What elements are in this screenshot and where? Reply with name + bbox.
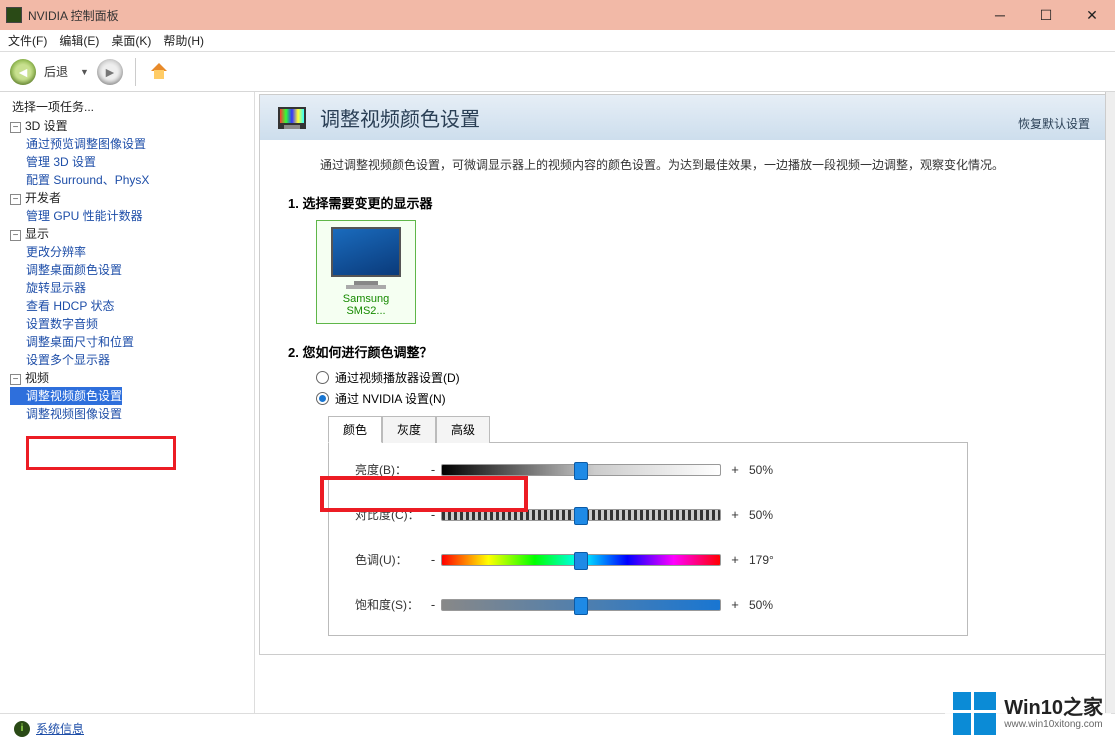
- contrast-value: 50%: [749, 508, 793, 522]
- radio-player[interactable]: [316, 371, 329, 384]
- radio-player-label: 通过视频播放器设置(D): [335, 369, 460, 386]
- hue-label: 色调(U)：: [355, 551, 425, 568]
- tree-toggle[interactable]: −: [10, 374, 21, 385]
- minimize-button[interactable]: ─: [977, 0, 1023, 30]
- slider-thumb[interactable]: [574, 507, 588, 525]
- page-description: 通过调整视频颜色设置，可微调显示器上的视频内容的颜色设置。为达到最佳效果，一边播…: [260, 140, 1108, 193]
- back-label: 后退: [44, 63, 68, 80]
- watermark: Win10之家 www.win10xitong.com: [945, 688, 1111, 739]
- sidebar: 选择一项任务... −3D 设置 通过预览调整图像设置 管理 3D 设置 配置 …: [0, 92, 254, 713]
- brightness-value: 50%: [749, 463, 793, 477]
- tree-group-display: 显示: [25, 227, 49, 241]
- menu-edit[interactable]: 编辑(E): [59, 32, 99, 49]
- plus-icon: +: [727, 597, 743, 612]
- restore-defaults-link[interactable]: 恢复默认设置: [1018, 115, 1090, 132]
- hue-slider[interactable]: [441, 554, 721, 566]
- hue-value: 179°: [749, 553, 793, 567]
- toolbar-divider: [135, 58, 136, 86]
- watermark-brand: Win10之家: [1004, 697, 1103, 719]
- monitor-icon: [331, 227, 401, 277]
- tree-group-3d: 3D 设置: [25, 119, 68, 133]
- minus-icon: -: [425, 552, 441, 567]
- brightness-label: 亮度(B)：: [355, 461, 425, 478]
- saturation-value: 50%: [749, 598, 793, 612]
- nav-tree: −3D 设置 通过预览调整图像设置 管理 3D 设置 配置 Surround、P…: [10, 117, 250, 423]
- radio-player-row[interactable]: 通过视频播放器设置(D): [288, 369, 1080, 386]
- tree-item[interactable]: 查看 HDCP 状态: [10, 297, 114, 315]
- tree-item[interactable]: 设置多个显示器: [10, 351, 110, 369]
- radio-nvidia[interactable]: [316, 392, 329, 405]
- forward-button[interactable]: ►: [97, 59, 123, 85]
- home-icon[interactable]: [148, 61, 170, 83]
- slider-thumb[interactable]: [574, 462, 588, 480]
- radio-nvidia-row[interactable]: 通过 NVIDIA 设置(N): [288, 390, 1080, 407]
- tree-item-video-color[interactable]: 调整视频颜色设置: [10, 387, 122, 405]
- back-button[interactable]: ◄: [10, 59, 36, 85]
- minus-icon: -: [425, 597, 441, 612]
- scrollbar-vertical[interactable]: [1105, 92, 1115, 713]
- close-button[interactable]: ✕: [1069, 0, 1115, 30]
- minus-icon: -: [425, 462, 441, 477]
- section2-title: 2. 您如何进行颜色调整？: [288, 342, 1080, 361]
- tree-group-dev: 开发者: [25, 191, 61, 205]
- tree-toggle[interactable]: −: [10, 230, 21, 241]
- minus-icon: -: [425, 507, 441, 522]
- tab-advanced[interactable]: 高级: [436, 416, 490, 443]
- slider-thumb[interactable]: [574, 552, 588, 570]
- maximize-button[interactable]: ☐: [1023, 0, 1069, 30]
- tabs: 颜色 灰度 高级: [328, 415, 968, 443]
- app-icon: [6, 7, 22, 23]
- monitor-label: Samsung SMS2...: [323, 293, 409, 317]
- tree-item-video-image[interactable]: 调整视频图像设置: [10, 405, 122, 423]
- slider-panel: 亮度(B)： - + 50% 对比度(C)： - + 50% 色调(: [328, 443, 968, 636]
- watermark-url: www.win10xitong.com: [1004, 719, 1103, 730]
- section1-title: 1. 选择需要变更的显示器: [288, 193, 1080, 212]
- monitor-item[interactable]: Samsung SMS2...: [316, 220, 416, 324]
- contrast-slider[interactable]: [441, 509, 721, 521]
- saturation-slider[interactable]: [441, 599, 721, 611]
- tree-item[interactable]: 配置 Surround、PhysX: [10, 171, 149, 189]
- menubar: 文件(F) 编辑(E) 桌面(K) 帮助(H): [0, 30, 1115, 52]
- plus-icon: +: [727, 552, 743, 567]
- page-title: 调整视频颜色设置: [320, 103, 480, 132]
- tree-item[interactable]: 管理 3D 设置: [10, 153, 96, 171]
- info-icon: i: [14, 721, 30, 737]
- saturation-label: 饱和度(S)：: [355, 596, 425, 613]
- plus-icon: +: [727, 462, 743, 477]
- tab-gamma[interactable]: 灰度: [382, 416, 436, 443]
- window-title: NVIDIA 控制面板: [28, 7, 977, 24]
- back-dropdown[interactable]: ▼: [80, 67, 89, 77]
- brightness-slider[interactable]: [441, 464, 721, 476]
- tree-item[interactable]: 管理 GPU 性能计数器: [10, 207, 143, 225]
- tree-group-video: 视频: [25, 371, 49, 385]
- tree-item[interactable]: 通过预览调整图像设置: [10, 135, 146, 153]
- toolbar: ◄ 后退 ▼ ►: [0, 52, 1115, 92]
- windows-logo-icon: [953, 692, 996, 735]
- content-area: 调整视频颜色设置 恢复默认设置 通过调整视频颜色设置，可微调显示器上的视频内容的…: [254, 92, 1115, 713]
- menu-desktop[interactable]: 桌面(K): [111, 32, 151, 49]
- tree-item[interactable]: 旋转显示器: [10, 279, 86, 297]
- contrast-label: 对比度(C)：: [355, 506, 425, 523]
- page-header: 调整视频颜色设置 恢复默认设置: [260, 95, 1108, 140]
- tree-item[interactable]: 调整桌面尺寸和位置: [10, 333, 134, 351]
- tree-toggle[interactable]: −: [10, 194, 21, 205]
- system-info-link[interactable]: 系统信息: [36, 720, 84, 737]
- plus-icon: +: [727, 507, 743, 522]
- menu-file[interactable]: 文件(F): [8, 32, 47, 49]
- task-prompt: 选择一项任务...: [10, 98, 250, 115]
- tree-toggle[interactable]: −: [10, 122, 21, 133]
- tree-item[interactable]: 设置数字音频: [10, 315, 98, 333]
- slider-thumb[interactable]: [574, 597, 588, 615]
- tree-item[interactable]: 调整桌面颜色设置: [10, 261, 122, 279]
- radio-nvidia-label: 通过 NVIDIA 设置(N): [335, 390, 446, 407]
- menu-help[interactable]: 帮助(H): [163, 32, 204, 49]
- tree-item[interactable]: 更改分辨率: [10, 243, 86, 261]
- header-icon: [278, 107, 306, 129]
- tab-color[interactable]: 颜色: [328, 416, 382, 443]
- titlebar: NVIDIA 控制面板 ─ ☐ ✕: [0, 0, 1115, 30]
